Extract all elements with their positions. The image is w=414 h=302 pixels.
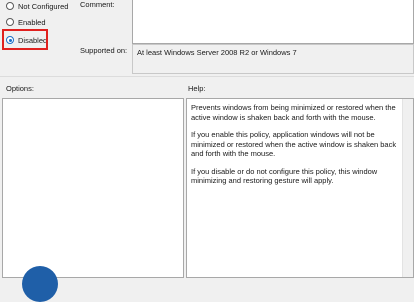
comment-label: Comment: [80, 0, 115, 9]
supported-on-label: Supported on: [80, 46, 128, 55]
help-panel: Prevents windows from being minimized or… [186, 98, 414, 278]
comment-textarea[interactable] [132, 0, 414, 44]
radio-button-icon[interactable] [6, 2, 14, 10]
radio-button-icon[interactable] [6, 18, 14, 26]
selection-highlight-box [2, 29, 48, 50]
help-paragraph: If you enable this policy, application w… [191, 130, 397, 158]
options-label: Options: [6, 84, 34, 93]
help-paragraph: If you disable or do not configure this … [191, 166, 378, 186]
divider [0, 76, 414, 77]
logo-icon [22, 266, 58, 302]
supported-on-field: At least Windows Server 2008 R2 or Windo… [132, 44, 414, 74]
radio-enabled[interactable]: Enabled [6, 16, 46, 28]
options-panel [2, 98, 184, 278]
help-label: Help: [188, 84, 206, 93]
supported-on-value: At least Windows Server 2008 R2 or Windo… [137, 48, 297, 57]
radio-not-configured[interactable]: Not Configured [6, 0, 68, 12]
radio-label: Not Configured [18, 1, 69, 11]
radio-label: Enabled [18, 17, 46, 27]
help-paragraph: Prevents windows from being minimized or… [191, 103, 396, 122]
help-scrollbar[interactable] [402, 99, 413, 277]
